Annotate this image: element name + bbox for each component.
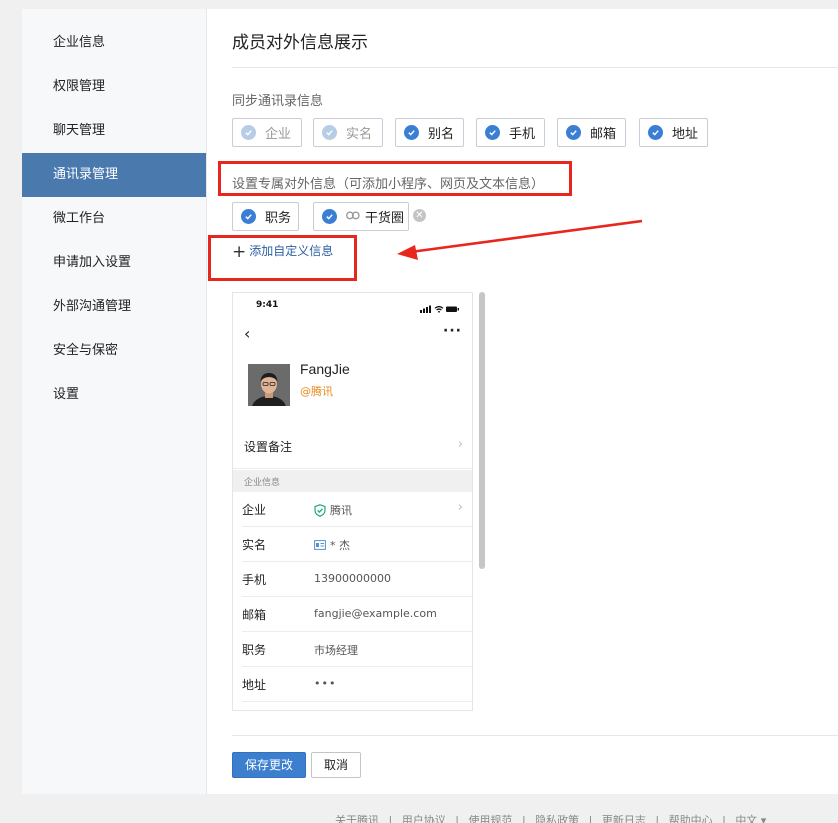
group-header-label: 企业信息 [244, 478, 281, 488]
sidebar-item-permissions[interactable]: 权限管理 [22, 65, 206, 109]
check-icon [566, 125, 581, 140]
custom-section-label: 设置专属对外信息（可添加小程序、网页及文本信息） [232, 177, 545, 192]
chip-label: 职务 [265, 211, 292, 226]
main-panel: 成员对外信息展示 同步通讯录信息 企业 实名 别名 手机 邮箱 地址 设置专属对… [207, 9, 838, 794]
chip-realname: 实名 [313, 118, 383, 147]
chip-company: 企业 [232, 118, 302, 147]
sidebar-item-security[interactable]: 安全与保密 [22, 329, 206, 373]
sidebar-item-company-info[interactable]: 企业信息 [22, 21, 206, 65]
id-card-icon [314, 540, 326, 550]
info-row-mobile: 手机 13900000000 [233, 562, 472, 597]
group-header: 企业信息 [233, 470, 472, 492]
info-key: 手机 [242, 573, 267, 587]
sidebar-item-settings[interactable]: 设置 [22, 373, 206, 417]
chip-alias[interactable]: 别名 [395, 118, 464, 147]
sidebar-item-join-settings[interactable]: 申请加入设置 [22, 241, 206, 285]
status-bar-icons [420, 302, 460, 317]
chip-label: 别名 [428, 127, 455, 142]
sync-section-label: 同步通讯录信息 [232, 94, 324, 109]
info-key: 地址 [242, 678, 267, 692]
more-icon[interactable]: ··· [443, 323, 462, 339]
info-value: ••• [314, 677, 337, 690]
sidebar-item-chat[interactable]: 聊天管理 [22, 109, 206, 153]
chip-position[interactable]: 职务 [232, 202, 299, 231]
check-icon [485, 125, 500, 140]
info-value: 腾讯 [314, 502, 352, 518]
status-time: 9:41 [256, 300, 279, 310]
info-row-realname: 实名 * 杰 [233, 527, 472, 562]
divider [232, 67, 838, 68]
info-row-address: 地址 ••• [233, 667, 472, 702]
add-custom-info-label: 添加自定义信息 [249, 244, 334, 258]
info-row-ganhuoquan[interactable]: 干货圈 ••• [233, 702, 472, 710]
settings-card: 企业信息 权限管理 聊天管理 通讯录管理 微工作台 申请加入设置 外部沟通管理 … [22, 9, 838, 794]
info-key: 实名 [242, 538, 267, 552]
footer-separator: | [521, 814, 526, 823]
info-key: 邮箱 [242, 608, 267, 622]
footer-link-changelog[interactable]: 更新日志 [602, 814, 646, 823]
link-icon [346, 209, 360, 224]
info-key: 企业 [242, 503, 267, 517]
info-value: 13900000000 [314, 572, 391, 585]
chip-label: 实名 [346, 127, 373, 142]
set-remark-label: 设置备注 [244, 440, 293, 454]
sidebar-item-contacts[interactable]: 通讯录管理 [22, 153, 206, 197]
set-remark-row[interactable]: 设置备注 › [233, 423, 472, 469]
info-value-text: 腾讯 [330, 504, 352, 517]
footer-separator: | [388, 814, 393, 823]
check-icon [241, 125, 256, 140]
chip-address[interactable]: 地址 [639, 118, 708, 147]
chip-label: 手机 [509, 127, 536, 142]
info-value: 市场经理 [314, 644, 358, 657]
profile-org: @腾讯 [300, 385, 333, 398]
chevron-right-icon: › [457, 500, 463, 515]
info-row-email: 邮箱 fangjie@example.com [233, 597, 472, 632]
check-icon [322, 125, 337, 140]
cancel-button[interactable]: 取消 [311, 752, 361, 778]
footer-separator: | [588, 814, 593, 823]
footer-link-agreement[interactable]: 用户协议 [402, 814, 446, 823]
annotation-arrow-icon [397, 219, 643, 260]
profile-name: FangJie [300, 361, 350, 377]
footer-link-help[interactable]: 帮助中心 [669, 814, 713, 823]
sidebar: 企业信息 权限管理 聊天管理 通讯录管理 微工作台 申请加入设置 外部沟通管理 … [22, 9, 207, 794]
footer-link-rules[interactable]: 使用规范 [468, 814, 512, 823]
check-icon [648, 125, 663, 140]
info-row-position: 职务 市场经理 [233, 632, 472, 667]
info-value-text: * 杰 [330, 539, 350, 552]
chip-label: 企业 [265, 127, 292, 142]
info-key: 职务 [242, 643, 267, 657]
avatar [248, 364, 290, 406]
sidebar-item-external[interactable]: 外部沟通管理 [22, 285, 206, 329]
footer-separator: | [655, 814, 660, 823]
footer-link-about[interactable]: 关于腾讯 [335, 814, 379, 823]
check-icon [241, 209, 256, 224]
phone-preview: 9:41 ‹ ··· FangJie @腾讯 设置备注 › 企业信息 企业 腾讯… [232, 292, 473, 711]
check-icon [404, 125, 419, 140]
chevron-right-icon: › [457, 437, 463, 452]
chip-email[interactable]: 邮箱 [557, 118, 626, 147]
back-icon[interactable]: ‹ [244, 324, 250, 343]
preview-scrollbar[interactable] [479, 292, 485, 569]
divider [232, 735, 838, 736]
page-footer: 关于腾讯 | 用户协议 | 使用规范 | 隐私政策 | 更新日志 | 帮助中心 … [335, 812, 772, 823]
chip-label: 地址 [672, 127, 699, 142]
page-title: 成员对外信息展示 [232, 33, 368, 53]
check-icon [322, 209, 337, 224]
footer-separator: | [722, 814, 726, 823]
verified-shield-icon [314, 503, 326, 517]
footer-link-privacy[interactable]: 隐私政策 [535, 814, 579, 823]
save-button[interactable]: 保存更改 [232, 752, 306, 778]
plus-icon: + [232, 242, 247, 262]
chip-mobile[interactable]: 手机 [476, 118, 545, 147]
add-custom-info-button[interactable]: + 添加自定义信息 [232, 242, 333, 262]
footer-separator: | [455, 814, 459, 823]
language-selector[interactable]: 中文 ▾ [735, 814, 766, 823]
chip-label: 邮箱 [590, 127, 617, 142]
sidebar-item-workbench[interactable]: 微工作台 [22, 197, 206, 241]
info-row-company[interactable]: 企业 腾讯 › [233, 492, 472, 527]
info-value: * 杰 [314, 537, 350, 553]
info-value: fangjie@example.com [314, 607, 437, 620]
